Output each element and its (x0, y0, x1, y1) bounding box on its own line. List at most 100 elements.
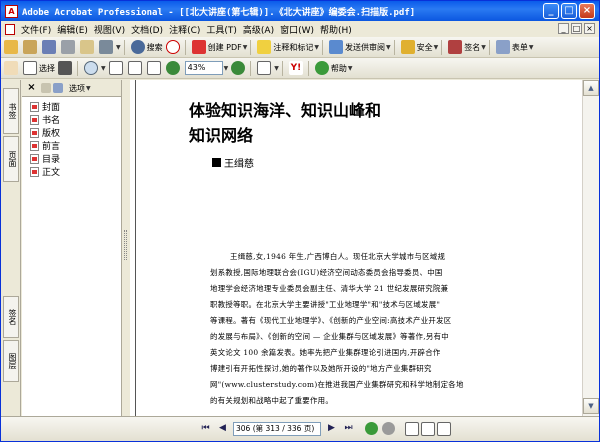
yahoo-button[interactable]: Y! (288, 59, 305, 77)
bookmark-icon (30, 153, 39, 164)
sign-button[interactable]: 签名 ▼ (448, 38, 486, 56)
tab-pages[interactable]: 页面 (3, 136, 19, 182)
close-button[interactable]: × (579, 3, 595, 19)
save-icon (42, 40, 56, 54)
status-bar: ⏮ ◀ 306 (第 313 / 336 页) ▶ ⏭ (1, 416, 599, 441)
options-menu[interactable]: 选项 (69, 83, 85, 94)
print-button[interactable] (61, 38, 77, 56)
open-button[interactable] (4, 38, 20, 56)
zoom-out-button[interactable] (165, 59, 182, 77)
comment-markup-label: 注释和标记 (273, 42, 314, 52)
close-icon[interactable]: × (26, 82, 37, 94)
email-button[interactable] (80, 38, 96, 56)
new-bookmark-icon[interactable] (53, 83, 63, 93)
zoom-input[interactable]: 43% (184, 61, 223, 75)
toolbar-divider (488, 39, 490, 55)
bookmark-item[interactable]: 书名 (22, 113, 121, 126)
menu-advanced[interactable]: 高级(A) (243, 23, 274, 36)
menu-document[interactable]: 文档(D) (131, 23, 163, 36)
vertical-scrollbar[interactable]: ▲ ▼ (582, 80, 599, 416)
send-review-label: 发送供审阅 (345, 42, 386, 52)
chevron-down-icon: ▼ (386, 43, 391, 51)
acrobat-app-icon[interactable]: A (5, 4, 18, 18)
delete-bookmark-icon[interactable] (41, 83, 51, 93)
bookmark-list: 封面 书名 版权 前言 目录 正文 (22, 97, 121, 178)
scroll-up-button[interactable]: ▲ (583, 80, 599, 96)
bookmark-item[interactable]: 正文 (22, 165, 121, 178)
bookmark-item[interactable]: 前言 (22, 139, 121, 152)
forms-button[interactable]: 表单 ▼ (495, 38, 534, 56)
snapshot-button[interactable] (58, 59, 74, 77)
body-text-line: 网"(www.clusterstudy.com)在推进我国产业集群研究和科学地制… (210, 380, 464, 389)
document-view[interactable]: 体验知识海洋、知识山峰和 知识网络 王缉慈 王缉慈,女,1946 年生,广西博白… (130, 80, 582, 416)
previous-view-icon[interactable] (365, 422, 378, 435)
body-text-line: 等课程。著有《现代工业地理学》、《创新的产业空间:高技术产业开发区 (210, 316, 452, 325)
next-page-button[interactable]: ▶ (325, 422, 338, 435)
bookmark-label: 目录 (42, 155, 61, 165)
stop-icon (165, 40, 180, 54)
fit-page-button[interactable] (127, 59, 144, 77)
search-button[interactable]: 搜索 (130, 38, 163, 56)
help-button[interactable]: 帮助 ▼ (314, 59, 353, 77)
hand-tool-button[interactable] (4, 59, 20, 77)
doc-minimize-button[interactable]: _ (558, 23, 569, 34)
body-text-line: 博建引有开拓性探讨,她的著作以及她所开设的"地方产业集群研究 (210, 364, 432, 373)
comment-markup-button[interactable]: 注释和标记 ▼ (257, 38, 319, 56)
single-page-icon[interactable] (405, 422, 419, 436)
select-tool-button[interactable]: 选择 (23, 59, 55, 77)
menu-tools[interactable]: 工具(T) (206, 23, 237, 36)
bookmark-item[interactable]: 封面 (22, 100, 121, 113)
splitter-grip[interactable] (124, 230, 127, 260)
tab-layers[interactable]: 图层 (3, 340, 19, 382)
facing-icon[interactable] (437, 422, 451, 436)
next-view-icon[interactable] (382, 422, 395, 435)
binoculars-icon (130, 40, 145, 54)
body-text-line: 职教授等职。在北京大学主要讲授"工业地理学"和"技术与区域发展" (210, 300, 441, 309)
first-page-button[interactable]: ⏮ (199, 422, 212, 435)
rotate-button[interactable]: ▼ (257, 59, 279, 77)
save-button[interactable] (42, 38, 58, 56)
menu-comments[interactable]: 注释(C) (169, 23, 200, 36)
last-page-button[interactable]: ⏭ (342, 422, 355, 435)
continuous-icon[interactable] (421, 422, 435, 436)
menu-help[interactable]: 帮助(H) (320, 23, 352, 36)
send-review-button[interactable]: 发送供审阅 ▼ (329, 38, 391, 56)
bookmark-item[interactable]: 目录 (22, 152, 121, 165)
fit-width-button[interactable] (146, 59, 163, 77)
menu-edit[interactable]: 编辑(E) (57, 23, 88, 36)
menu-bar: 文件(F) 编辑(E) 视图(V) 文档(D) 注释(C) 工具(T) 高级(A… (1, 21, 599, 37)
chevron-down-icon: ▼ (314, 43, 320, 51)
page-number-field[interactable]: 306 (第 313 / 336 页) (233, 422, 321, 436)
doc-close-button[interactable]: × (584, 23, 595, 34)
bookmark-label: 版权 (42, 129, 61, 139)
stop-button[interactable] (165, 38, 182, 56)
scroll-down-button[interactable]: ▼ (583, 398, 599, 414)
form-icon (495, 40, 510, 54)
security-button[interactable]: 安全 ▼ (400, 38, 438, 56)
help-label: 帮助 (330, 63, 347, 73)
panel-splitter[interactable] (122, 80, 130, 416)
chevron-down-icon: ▼ (274, 64, 279, 72)
menu-window[interactable]: 窗口(W) (280, 23, 314, 36)
zoom-dropdown-icon[interactable]: ▼ (224, 65, 229, 72)
document-icon[interactable] (5, 23, 15, 35)
magnifier-icon (84, 61, 98, 75)
create-pdf-button[interactable]: 创建 PDF ▼ (191, 38, 248, 56)
chevron-down-icon: ▼ (242, 43, 248, 51)
organizer-button[interactable] (23, 38, 39, 56)
bookmark-item[interactable]: 版权 (22, 126, 121, 139)
zoom-tool-button[interactable]: ▼ (84, 59, 106, 77)
menu-file[interactable]: 文件(F) (21, 23, 51, 36)
zoom-in-button[interactable] (231, 59, 247, 77)
attach-button[interactable]: ▼ (99, 38, 121, 56)
tab-bookmarks[interactable]: 书签 (3, 88, 19, 134)
print-icon (61, 40, 75, 54)
actual-size-button[interactable] (108, 59, 125, 77)
tab-signatures[interactable]: 签名 (3, 296, 19, 338)
minimize-button[interactable]: _ (543, 3, 559, 19)
previous-page-button[interactable]: ◀ (216, 422, 229, 435)
chevron-down-icon[interactable]: ▼ (86, 85, 91, 92)
maximize-button[interactable]: □ (561, 3, 577, 19)
doc-restore-button[interactable]: □ (571, 23, 582, 34)
menu-view[interactable]: 视图(V) (94, 23, 125, 36)
